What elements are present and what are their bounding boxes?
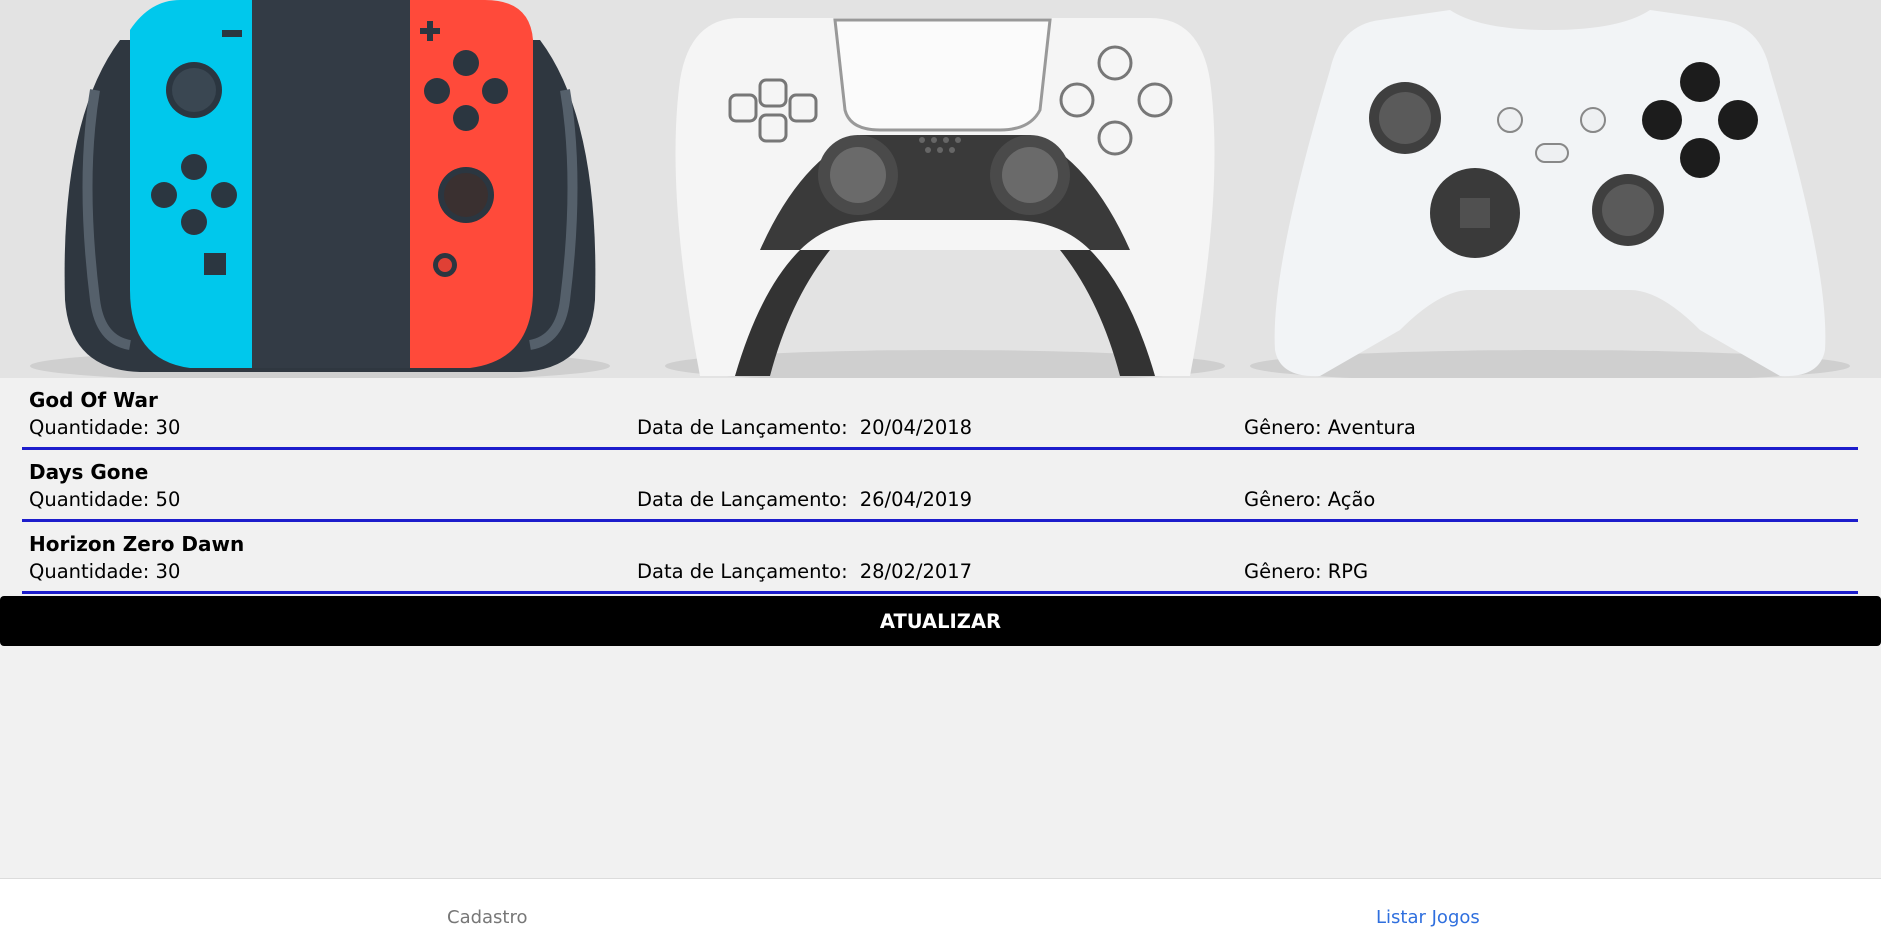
release-date-label: Data de Lançamento: xyxy=(637,416,848,439)
bottom-navigation: Cadastro Listar Jogos xyxy=(0,878,1881,950)
hero-banner xyxy=(0,0,1881,378)
game-release-date: Data de Lançamento: 28/02/2017 xyxy=(637,560,972,583)
game-list: God Of War Quantidade: 30 Data de Lançam… xyxy=(22,378,1858,594)
list-item: God Of War Quantidade: 30 Data de Lançam… xyxy=(22,378,1858,450)
game-quantity: Quantidade: 30 xyxy=(29,416,181,439)
list-item: Horizon Zero Dawn Quantidade: 30 Data de… xyxy=(22,522,1858,594)
game-name: Horizon Zero Dawn xyxy=(29,532,245,556)
game-quantity: Quantidade: 50 xyxy=(29,488,181,511)
game-quantity: Quantidade: 30 xyxy=(29,560,181,583)
tab-listar-jogos[interactable]: Listar Jogos xyxy=(1376,907,1480,928)
xbox-controller-icon xyxy=(1274,10,1826,377)
release-date-value: 26/04/2019 xyxy=(859,488,973,511)
game-release-date: Data de Lançamento: 20/04/2018 xyxy=(637,416,972,439)
list-item: Days Gone Quantidade: 50 Data de Lançame… xyxy=(22,450,1858,522)
update-button[interactable]: ATUALIZAR xyxy=(0,596,1881,646)
game-genre: Gênero: Aventura xyxy=(1244,416,1416,439)
switch-controller-icon xyxy=(64,0,596,372)
release-date-label: Data de Lançamento: xyxy=(637,560,848,583)
game-genre: Gênero: RPG xyxy=(1244,560,1369,583)
tab-cadastro[interactable]: Cadastro xyxy=(447,907,528,928)
release-date-value: 20/04/2018 xyxy=(859,416,973,439)
release-date-value: 28/02/2017 xyxy=(859,560,973,583)
dualsense-controller-icon xyxy=(675,18,1215,376)
game-release-date: Data de Lançamento: 26/04/2019 xyxy=(637,488,972,511)
game-name: Days Gone xyxy=(29,460,149,484)
game-name: God Of War xyxy=(29,388,158,412)
release-date-label: Data de Lançamento: xyxy=(637,488,848,511)
game-genre: Gênero: Ação xyxy=(1244,488,1376,511)
